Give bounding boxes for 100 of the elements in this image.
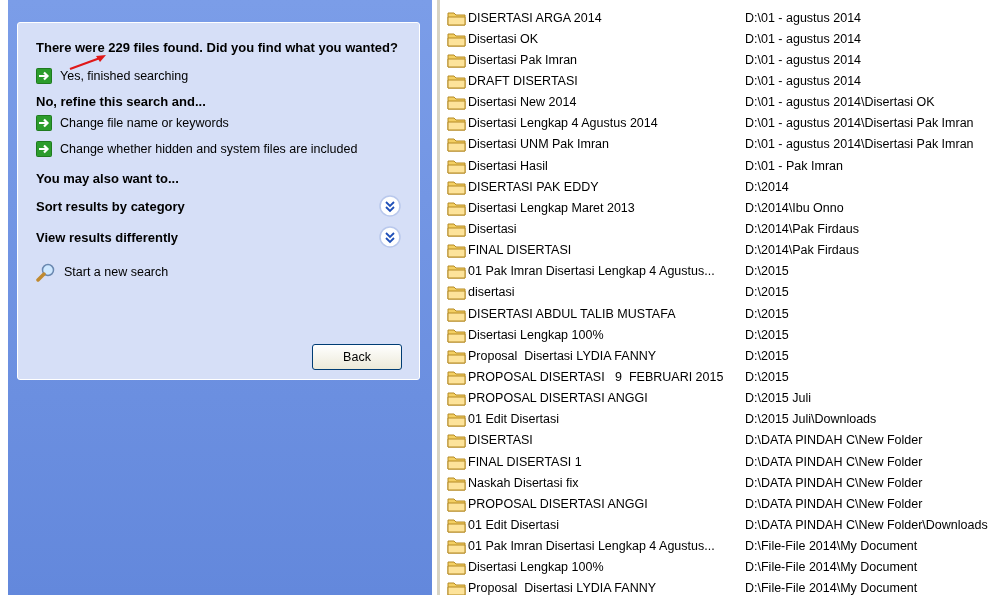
folder-icon	[447, 263, 466, 280]
folder-icon	[447, 390, 466, 407]
folder-path: D:\DATA PINDAH C\New Folder	[745, 433, 923, 448]
section-title[interactable]: View results differently	[36, 229, 179, 245]
folder-path: D:\2014\Pak Firdaus	[745, 221, 859, 236]
file-name[interactable]: PROPOSAL DISERTASI 9 FEBRUARI 2015	[468, 369, 724, 384]
folder-icon	[447, 73, 466, 89]
folder-path: D:\2015	[745, 369, 789, 384]
folder-path: D:\File-File 2014\My Document	[745, 581, 918, 595]
folder-icon	[447, 347, 466, 364]
file-name[interactable]: DISERTASI PAK EDDY	[468, 179, 599, 194]
folder-icon	[447, 115, 466, 132]
file-name[interactable]: disertasi	[468, 285, 515, 300]
folder-path: D:\DATA PINDAH C\New Folder	[745, 496, 923, 511]
section-heading: No, refine this search and...	[36, 94, 207, 109]
folder-path: D:\2015	[745, 285, 789, 300]
folder-path: D:\2015	[745, 264, 789, 279]
folder-icon	[447, 474, 466, 491]
arrow-icon	[36, 141, 52, 157]
new-search-link[interactable]: Start a new search	[64, 265, 169, 279]
folder-icon	[447, 242, 466, 259]
folder-icon	[447, 538, 466, 555]
section-title[interactable]: Sort results by category	[36, 198, 185, 214]
folder-icon	[447, 157, 466, 174]
folder-path: D:\01 - agustus 2014\Disertasi Pak Imran	[745, 116, 974, 131]
folder-icon	[447, 495, 466, 512]
folder-icon	[447, 199, 466, 216]
file-name[interactable]: Disertasi Lengkap 4 Agustus 2014	[468, 116, 658, 131]
file-name[interactable]: Disertasi Lengkap Maret 2013	[468, 200, 635, 215]
folder-path: D:\2015 Juli\Downloads	[745, 412, 877, 427]
file-name[interactable]: Naskah Disertasi fix	[468, 475, 579, 490]
folder-path: D:\01 - agustus 2014	[745, 74, 862, 88]
arrow-icon	[36, 68, 52, 84]
folder-icon	[447, 178, 466, 195]
file-name[interactable]: DISERTASI ABDUL TALIB MUSTAFA	[468, 306, 676, 321]
folder-path: D:\DATA PINDAH C\New Folder	[745, 454, 923, 469]
file-name[interactable]: Disertasi	[468, 221, 517, 236]
folder-path: D:\2015 Juli	[745, 391, 811, 406]
search-icon	[36, 262, 56, 282]
folder-icon	[447, 94, 466, 111]
folder-icon	[447, 580, 466, 595]
refine-link[interactable]: Change file name or keywords	[60, 116, 229, 130]
folder-path: D:\2014\Pak Firdaus	[745, 243, 859, 258]
folder-icon	[447, 516, 466, 533]
folder-icon	[447, 51, 466, 68]
file-name[interactable]: DISERTASI	[468, 433, 533, 448]
folder-icon	[447, 305, 466, 322]
file-name[interactable]: 01 Pak Imran Disertasi Lengkap 4 Agustus...	[468, 539, 715, 554]
file-name[interactable]: Disertasi Lengkap 100%	[468, 327, 604, 342]
file-name[interactable]: Disertasi Pak Imran	[468, 52, 578, 67]
file-name[interactable]: PROPOSAL DISERTASI ANGGI	[468, 496, 648, 511]
folder-path: D:\DATA PINDAH C\New Folder\Downloads	[745, 517, 988, 532]
file-name[interactable]: FINAL DISERTASI 1	[468, 454, 582, 469]
section-heading: You may also want to...	[36, 171, 180, 186]
file-name[interactable]: 01 Pak Imran Disertasi Lengkap 4 Agustus...	[468, 264, 715, 279]
folder-path: D:\01 - agustus 2014	[745, 52, 862, 67]
folder-path: D:\File-File 2014\My Document	[745, 560, 918, 575]
file-name[interactable]: 01 Edit Disertasi	[468, 412, 559, 427]
file-name[interactable]: Disertasi UNM Pak Imran	[468, 137, 609, 152]
file-name[interactable]: Proposal Disertasi LYDIA FANNY	[468, 348, 657, 363]
file-name[interactable]: Disertasi Lengkap 100%	[468, 560, 604, 575]
file-name[interactable]: Disertasi New 2014	[468, 95, 577, 110]
folder-icon	[447, 136, 466, 153]
back-button[interactable]: Back	[312, 344, 402, 370]
folder-icon	[447, 453, 466, 470]
folder-icon	[447, 326, 466, 343]
folder-icon	[447, 432, 466, 449]
file-name[interactable]: DISERTASI ARGA 2014	[468, 10, 602, 25]
expand-icon[interactable]	[379, 226, 401, 248]
folder-path: D:\DATA PINDAH C\New Folder	[745, 475, 923, 490]
folder-path: D:\01 - Pak Imran	[745, 158, 843, 173]
file-name[interactable]: Disertasi OK	[468, 31, 539, 46]
finish-link[interactable]: Yes, finished searching	[60, 69, 189, 83]
file-name[interactable]: 01 Edit Disertasi	[468, 517, 559, 532]
folder-icon	[447, 559, 466, 576]
folder-path: D:\01 - agustus 2014	[745, 31, 862, 46]
folder-path: D:\2014\Ibu Onno	[745, 200, 844, 215]
refine-link[interactable]: Change whether hidden and system files are included	[60, 142, 358, 156]
folder-path: D:\2015	[745, 327, 789, 342]
folder-path: D:\01 - agustus 2014	[745, 10, 862, 25]
folder-icon	[447, 284, 466, 301]
arrow-icon	[36, 115, 52, 131]
folder-icon	[447, 9, 466, 26]
file-name[interactable]: Proposal Disertasi LYDIA FANNY	[468, 581, 657, 595]
folder-path: D:\01 - agustus 2014\Disertasi Pak Imran	[745, 137, 974, 152]
expand-icon[interactable]	[379, 195, 401, 217]
folder-icon	[447, 30, 466, 47]
file-name[interactable]: DRAFT DISERTASI	[468, 74, 578, 88]
folder-icon	[447, 411, 466, 428]
folder-icon	[447, 220, 466, 237]
file-name[interactable]: PROPOSAL DISERTASI ANGGI	[468, 391, 648, 406]
folder-path: D:\2015	[745, 306, 789, 321]
file-name[interactable]: Disertasi Hasil	[468, 158, 548, 173]
folder-icon	[447, 368, 466, 385]
results-question: There were 229 files found. Did you find what you wanted?	[36, 40, 399, 56]
folder-path: D:\01 - agustus 2014\Disertasi OK	[745, 95, 935, 110]
folder-path: D:\File-File 2014\My Document	[745, 539, 918, 554]
folder-path: D:\2014	[745, 179, 789, 194]
file-name[interactable]: FINAL DISERTASI	[468, 243, 572, 258]
folder-path: D:\2015	[745, 348, 789, 363]
